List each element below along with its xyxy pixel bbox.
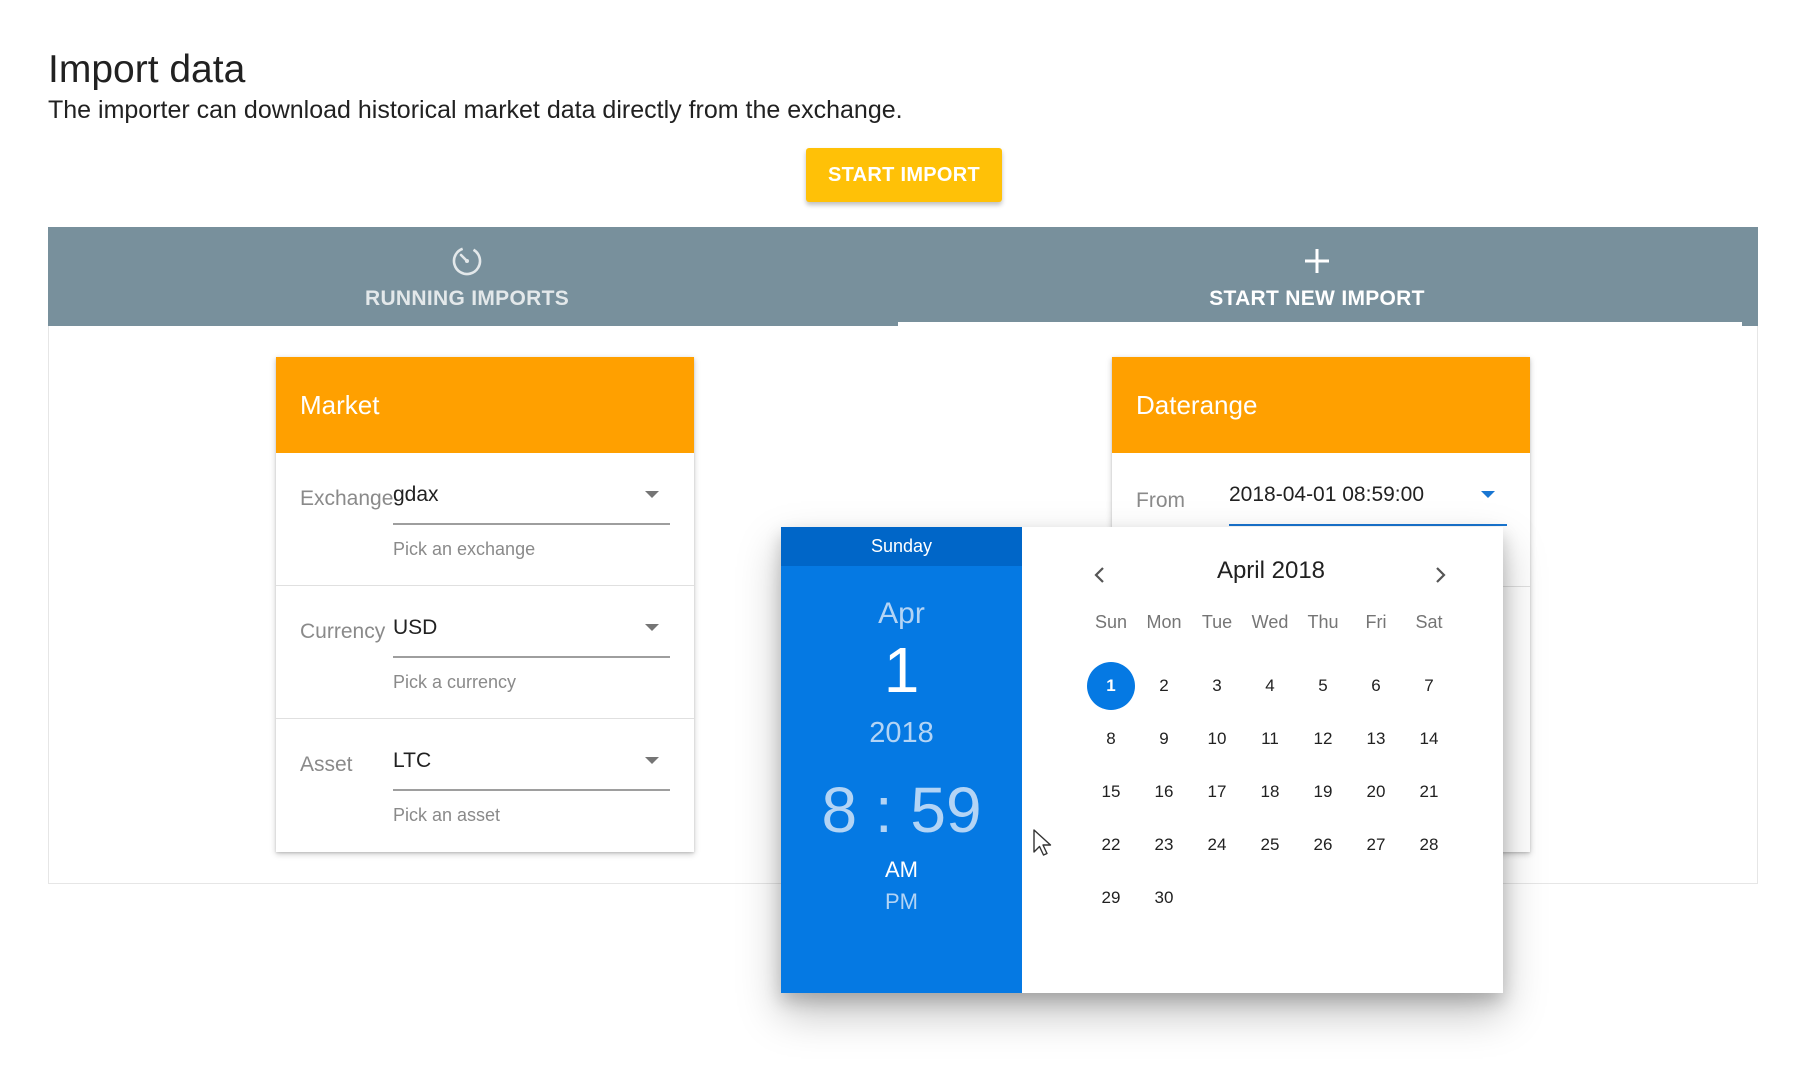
timer-icon [450,241,484,281]
chevron-left-icon [1094,567,1104,583]
chevron-right-icon [1436,567,1446,583]
from-date-input[interactable]: 2018-04-01 08:59:00 [1229,483,1424,507]
calendar-day[interactable]: 27 [1352,821,1400,869]
picker-day[interactable]: 1 [781,638,1022,702]
calendar-day[interactable]: 16 [1140,768,1188,816]
weekday-label: Thu [1307,612,1339,632]
dropdown-arrow-icon[interactable] [645,624,659,631]
from-label: From [1136,489,1185,512]
calendar-day[interactable]: 8 [1087,715,1135,763]
calendar-day[interactable]: 11 [1246,715,1294,763]
calendar-day[interactable]: 18 [1246,768,1294,816]
picker-pm-toggle[interactable]: PM [781,889,1022,915]
weekday-label: Sat [1415,612,1443,632]
plus-icon [1302,241,1332,281]
start-import-button[interactable]: START IMPORT [806,148,1002,202]
calendar-day[interactable]: 4 [1246,662,1294,710]
asset-field: Asset LTC Pick an asset [276,719,694,852]
calendar-day[interactable]: 21 [1405,768,1453,816]
market-card-title: Market [276,357,694,453]
weekday-label: Fri [1365,612,1387,632]
datetime-picker: Sunday Apr 1 2018 8 : 59 AM PM April 201… [781,527,1503,993]
next-month-button[interactable] [1425,560,1455,590]
weekday-label: Sun [1094,612,1128,632]
asset-hint: Pick an asset [393,805,501,825]
calendar-day[interactable]: 12 [1299,715,1347,763]
calendar-day[interactable]: 23 [1140,821,1188,869]
picker-am-toggle[interactable]: AM [781,857,1022,883]
prev-month-button[interactable] [1085,560,1115,590]
calendar-day[interactable]: 22 [1087,821,1135,869]
calendar-day[interactable]: 29 [1087,874,1135,922]
import-page: Import data The importer can download hi… [0,0,1808,1081]
import-tabs: RUNNING IMPORTS START NEW IMPORT [48,227,1758,326]
calendar-day[interactable]: 2 [1140,662,1188,710]
calendar-day-selected[interactable]: 1 [1087,662,1135,710]
tab-start-new-import[interactable]: START NEW IMPORT [898,227,1736,326]
calendar-day[interactable]: 30 [1140,874,1188,922]
calendar-day[interactable]: 19 [1299,768,1347,816]
calendar-day[interactable]: 13 [1352,715,1400,763]
currency-label: Currency [300,620,386,643]
exchange-label: Exchange [300,487,394,510]
calendar-day[interactable]: 20 [1352,768,1400,816]
calendar-day[interactable]: 3 [1193,662,1241,710]
page-title: Import data [48,48,246,91]
picker-summary-panel: Sunday Apr 1 2018 8 : 59 AM PM [781,527,1022,993]
tab-running-imports[interactable]: RUNNING IMPORTS [48,227,886,326]
calendar-day[interactable]: 26 [1299,821,1347,869]
tab-label: RUNNING IMPORTS [365,287,569,310]
page-subtitle: The importer can download historical mar… [48,96,903,124]
field-underline [393,789,670,791]
calendar-day[interactable]: 6 [1352,662,1400,710]
asset-label: Asset [300,753,353,776]
calendar-days-grid: 1 2 3 4 5 6 7 8 9 10 11 12 13 14 15 16 17 18 19 20 21 22 23 24 2… [1084,662,1504,922]
calendar-month-title: April 2018 [1216,557,1326,584]
weekday-label: Tue [1201,612,1233,632]
picker-month[interactable]: Apr [781,597,1022,631]
weekday-header: Sun Mon Tue Wed Thu Fri Sat [1084,612,1504,636]
calendar-day[interactable]: 24 [1193,821,1241,869]
calendar-day[interactable]: 28 [1405,821,1453,869]
picker-time[interactable]: 8 : 59 [781,773,1022,847]
market-card: Market Exchange gdax Pick an exchange Cu… [276,357,694,852]
calendar-day[interactable]: 9 [1140,715,1188,763]
currency-hint: Pick a currency [393,672,517,692]
exchange-select[interactable]: gdax [393,483,439,507]
asset-select[interactable]: LTC [393,749,431,773]
dropdown-arrow-icon[interactable] [1481,491,1495,498]
dropdown-arrow-icon[interactable] [645,491,659,498]
currency-select[interactable]: USD [393,616,437,640]
exchange-hint: Pick an exchange [393,539,536,559]
calendar-day[interactable]: 14 [1405,715,1453,763]
exchange-field: Exchange gdax Pick an exchange [276,453,694,586]
picker-year[interactable]: 2018 [781,717,1022,750]
calendar-day[interactable]: 15 [1087,768,1135,816]
tab-label: START NEW IMPORT [1209,287,1425,310]
calendar-day[interactable]: 5 [1299,662,1347,710]
currency-field: Currency USD Pick a currency [276,586,694,719]
daterange-card-title: Daterange [1112,357,1530,453]
mouse-cursor-icon [1032,828,1054,863]
field-underline-active [1229,524,1507,526]
field-underline [393,656,670,658]
field-underline [393,523,670,525]
calendar-day[interactable]: 7 [1405,662,1453,710]
calendar-day[interactable]: 25 [1246,821,1294,869]
weekday-label: Wed [1251,612,1289,632]
dropdown-arrow-icon[interactable] [645,757,659,764]
calendar-day[interactable]: 17 [1193,768,1241,816]
weekday-label: Mon [1146,612,1182,632]
calendar-day[interactable]: 10 [1193,715,1241,763]
picker-weekday: Sunday [781,527,1022,566]
